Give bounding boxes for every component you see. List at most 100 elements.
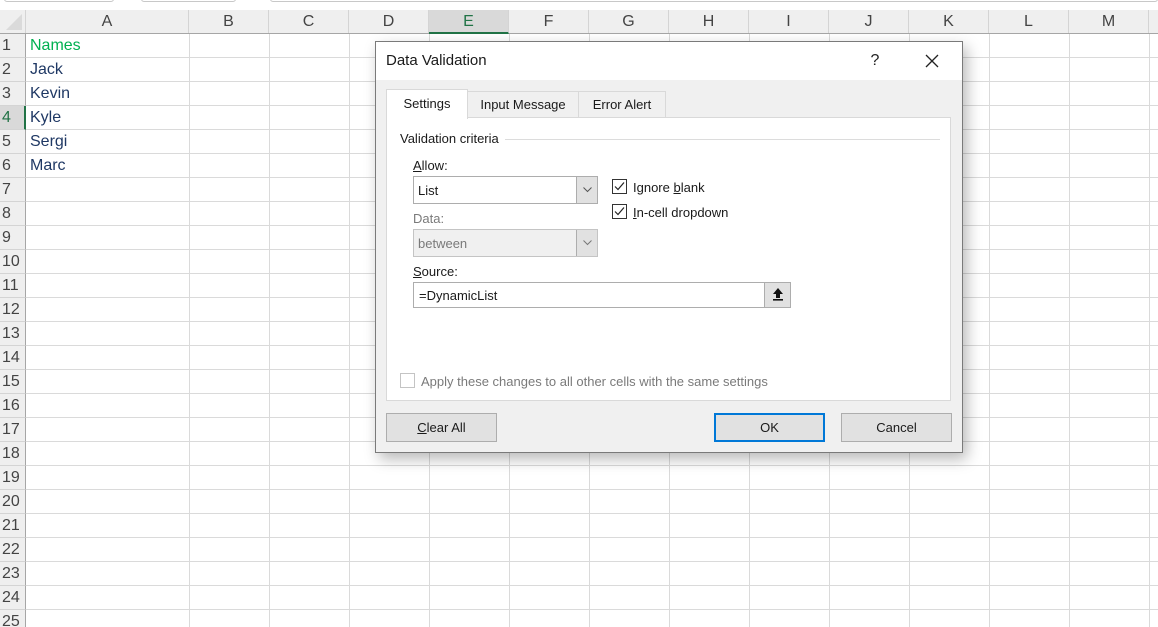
- help-button[interactable]: ?: [862, 49, 888, 73]
- column-header-l[interactable]: L: [989, 10, 1069, 33]
- allow-label-rest: llow:: [421, 158, 448, 173]
- close-button[interactable]: [916, 47, 948, 75]
- select-all-button[interactable]: [0, 10, 26, 33]
- ignore-blank-label[interactable]: Ignore blank: [633, 180, 705, 195]
- ignore-blank-pre: Ignore: [633, 180, 674, 195]
- row-header-17[interactable]: 17: [0, 418, 26, 442]
- row-header-13[interactable]: 13: [0, 322, 26, 346]
- row-header-6[interactable]: 6: [0, 154, 26, 178]
- formula-buttons-edge: [141, 0, 236, 2]
- row-header-5[interactable]: 5: [0, 130, 26, 154]
- chevron-down-icon: [583, 240, 592, 246]
- tab-settings[interactable]: Settings: [386, 89, 468, 119]
- excel-window: A B C D E F G H I J K L M 1 2 3 4 5 6 7 …: [0, 0, 1158, 627]
- source-value: =DynamicList: [419, 288, 498, 303]
- allow-dropdown[interactable]: List: [413, 176, 598, 204]
- row-header-14[interactable]: 14: [0, 346, 26, 370]
- formula-bar-remnant: [0, 0, 1158, 10]
- in-cell-post: n-cell dropdown: [636, 205, 729, 220]
- apply-to-all-checkbox[interactable]: [400, 373, 415, 388]
- cell-a4[interactable]: Kyle: [26, 106, 189, 130]
- gridline: [349, 34, 350, 627]
- validation-criteria-label: Validation criteria: [400, 131, 505, 146]
- column-header-c[interactable]: C: [269, 10, 349, 33]
- dialog-titlebar[interactable]: Data Validation ?: [376, 42, 962, 80]
- row-header-22[interactable]: 22: [0, 538, 26, 562]
- column-header-a[interactable]: A: [26, 10, 189, 33]
- close-icon: [925, 54, 939, 68]
- row-header-21[interactable]: 21: [0, 514, 26, 538]
- clear-all-button[interactable]: Clear All: [386, 413, 497, 442]
- row-header-12[interactable]: 12: [0, 298, 26, 322]
- data-dropdown[interactable]: between: [413, 229, 598, 257]
- cell-a6[interactable]: Marc: [26, 154, 189, 178]
- allow-value: List: [418, 183, 439, 198]
- in-cell-dropdown-checkbox[interactable]: [612, 204, 627, 219]
- data-dropdown-button[interactable]: [576, 230, 597, 256]
- allow-label: Allow:: [413, 158, 448, 173]
- chevron-down-icon: [583, 187, 592, 193]
- column-header-m[interactable]: M: [1069, 10, 1149, 33]
- data-value: between: [418, 236, 468, 251]
- row-header-16[interactable]: 16: [0, 394, 26, 418]
- cell-a3[interactable]: Kevin: [26, 82, 189, 106]
- collapse-dialog-button[interactable]: [764, 283, 790, 307]
- gridline: [1149, 34, 1150, 627]
- row-header-23[interactable]: 23: [0, 562, 26, 586]
- cell-a2[interactable]: Jack: [26, 58, 189, 82]
- row-header-24[interactable]: 24: [0, 586, 26, 610]
- cell-a1[interactable]: Names: [26, 34, 189, 58]
- column-header-e[interactable]: E: [429, 10, 509, 34]
- row-header-18[interactable]: 18: [0, 442, 26, 466]
- source-accel: S: [413, 264, 422, 279]
- cancel-button[interactable]: Cancel: [841, 413, 952, 442]
- row-header-3[interactable]: 3: [0, 82, 26, 106]
- column-header-g[interactable]: G: [589, 10, 669, 33]
- column-header-k[interactable]: K: [909, 10, 989, 33]
- settings-panel: Validation criteria Allow: List Data: be…: [386, 117, 951, 401]
- row-header-1[interactable]: 1: [0, 34, 26, 58]
- dialog-title: Data Validation: [386, 52, 487, 69]
- row-header-10[interactable]: 10: [0, 250, 26, 274]
- clear-all-accel: C: [417, 420, 427, 435]
- row-header-4[interactable]: 4: [0, 106, 26, 130]
- row-header-2[interactable]: 2: [0, 58, 26, 82]
- data-label: Data:: [413, 211, 445, 226]
- tab-input-message[interactable]: Input Message: [467, 91, 579, 118]
- row-header-19[interactable]: 19: [0, 466, 26, 490]
- ok-button[interactable]: OK: [714, 413, 825, 442]
- column-header-h[interactable]: H: [669, 10, 749, 33]
- checkmark-icon: [614, 182, 625, 191]
- cell-a5[interactable]: Sergi: [26, 130, 189, 154]
- column-header-d[interactable]: D: [349, 10, 429, 33]
- row-header-7[interactable]: 7: [0, 178, 26, 202]
- row-header-11[interactable]: 11: [0, 274, 26, 298]
- gridline: [269, 34, 270, 627]
- column-header-b[interactable]: B: [189, 10, 269, 33]
- gridline: [189, 34, 190, 627]
- formula-input-edge[interactable]: [270, 0, 1158, 2]
- allow-accel: A: [413, 158, 422, 173]
- name-box-edge[interactable]: [4, 0, 114, 2]
- ignore-blank-accel: b: [673, 180, 681, 195]
- ignore-blank-checkbox[interactable]: [612, 179, 627, 194]
- allow-dropdown-button[interactable]: [576, 177, 597, 203]
- tab-error-alert[interactable]: Error Alert: [578, 91, 666, 118]
- source-input[interactable]: =DynamicList: [413, 282, 791, 308]
- column-header-f[interactable]: F: [509, 10, 589, 33]
- column-header-j[interactable]: J: [829, 10, 909, 33]
- row-header-25[interactable]: 25: [0, 610, 26, 627]
- row-header-15[interactable]: 15: [0, 370, 26, 394]
- source-label: Source:: [413, 264, 458, 279]
- row-header-20[interactable]: 20: [0, 490, 26, 514]
- column-header-row: A B C D E F G H I J K L M: [0, 10, 1158, 34]
- gridline: [1069, 34, 1070, 627]
- select-all-triangle-icon: [6, 14, 22, 30]
- column-header-i[interactable]: I: [749, 10, 829, 33]
- row-header-8[interactable]: 8: [0, 202, 26, 226]
- row-header-9[interactable]: 9: [0, 226, 26, 250]
- apply-to-all-label: Apply these changes to all other cells w…: [421, 374, 768, 389]
- gridline: [989, 34, 990, 627]
- in-cell-dropdown-label[interactable]: In-cell dropdown: [633, 205, 728, 220]
- checkmark-icon: [614, 207, 625, 216]
